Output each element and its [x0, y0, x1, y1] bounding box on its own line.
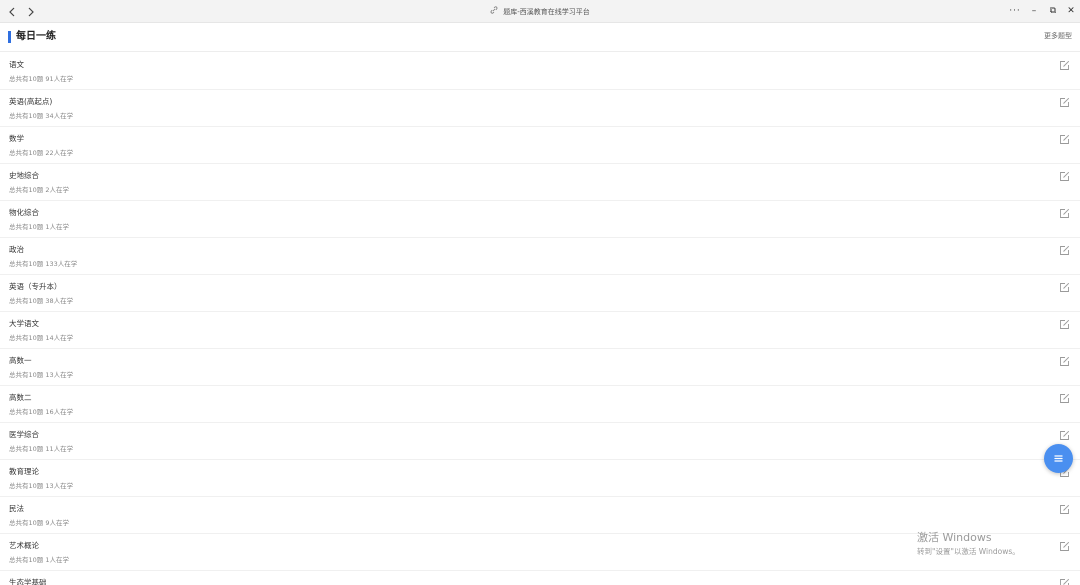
- window-titlebar: 题库-西溪教育在线学习平台 ··· – ⧉ ✕: [0, 0, 1080, 23]
- subject-row[interactable]: 英语(高起点) 总共有10题 34人在学: [0, 90, 1080, 127]
- subject-row[interactable]: 教育理论总共有10题 13人在学: [0, 460, 1080, 497]
- watermark-subtitle: 转到"设置"以激活 Windows。: [917, 547, 1020, 556]
- page-title: 每日一练: [16, 31, 56, 42]
- subject-meta: 总共有10题 9人在学: [9, 519, 69, 527]
- subject-name: 数学: [9, 134, 24, 143]
- subject-meta: 总共有10题 14人在学: [9, 334, 74, 342]
- subject-row[interactable]: 政治总共有10题 133人在学: [0, 238, 1080, 275]
- subject-name: 教育理论: [9, 467, 39, 476]
- subject-name: 医学综合: [9, 430, 39, 439]
- subject-meta: 总共有10题 1人在学: [9, 556, 69, 564]
- subject-row[interactable]: 高数一总共有10题 13人在学: [0, 349, 1080, 386]
- header-accent-bar: [8, 31, 11, 43]
- subject-name: 民法: [9, 504, 24, 513]
- subject-row[interactable]: 语文总共有10题 91人在学: [0, 53, 1080, 90]
- subject-meta: 总共有10题 13人在学: [9, 482, 74, 490]
- subject-meta: 总共有10题 91人在学: [9, 75, 74, 83]
- more-options-button[interactable]: ···: [1007, 4, 1023, 19]
- edit-icon[interactable]: [1059, 356, 1073, 368]
- watermark-title: 激活 Windows: [917, 531, 992, 544]
- more-question-types-link[interactable]: 更多题型: [1044, 31, 1072, 42]
- menu-fab-button[interactable]: [1044, 444, 1073, 473]
- subject-meta: 总共有10题 1人在学: [9, 223, 69, 231]
- edit-icon[interactable]: [1059, 60, 1073, 72]
- edit-icon[interactable]: [1059, 134, 1073, 146]
- subject-meta: 总共有10题 133人在学: [9, 260, 78, 268]
- windows-activation-watermark: 激活 Windows 转到"设置"以激活 Windows。: [917, 531, 1020, 557]
- subject-meta: 总共有10题 22人在学: [9, 149, 74, 157]
- subject-name: 史地综合: [9, 171, 39, 180]
- edit-icon[interactable]: [1059, 504, 1073, 516]
- subject-row[interactable]: 医学综合总共有10题 11人在学: [0, 423, 1080, 460]
- subject-name: 语文: [9, 60, 24, 69]
- subject-row[interactable]: 生态学基础: [0, 571, 1080, 585]
- subject-name: 高数二: [9, 393, 32, 402]
- minimize-button[interactable]: –: [1026, 4, 1042, 19]
- page-header: 每日一练 更多题型: [0, 23, 1080, 52]
- restore-button[interactable]: ⧉: [1045, 4, 1061, 19]
- subject-name: 大学语文: [9, 319, 39, 328]
- edit-icon[interactable]: [1059, 282, 1073, 294]
- edit-icon[interactable]: [1059, 97, 1073, 109]
- subject-row[interactable]: 高数二总共有10题 16人在学: [0, 386, 1080, 423]
- edit-icon[interactable]: [1059, 208, 1073, 220]
- subject-name: 英语(高起点): [9, 97, 53, 106]
- subject-row[interactable]: 数学总共有10题 22人在学: [0, 127, 1080, 164]
- close-button[interactable]: ✕: [1063, 4, 1079, 19]
- window-title-area: 题库-西溪教育在线学习平台: [0, 6, 1080, 18]
- subject-row[interactable]: 民法总共有10题 9人在学: [0, 497, 1080, 534]
- edit-icon[interactable]: [1059, 171, 1073, 183]
- subject-name: 艺术概论: [9, 541, 39, 550]
- subject-meta: 总共有10题 34人在学: [9, 112, 74, 120]
- edit-icon[interactable]: [1059, 578, 1073, 585]
- subject-meta: 总共有10题 16人在学: [9, 408, 74, 416]
- subject-name: 高数一: [9, 356, 32, 365]
- subject-meta: 总共有10题 38人在学: [9, 297, 74, 305]
- subject-name: 物化综合: [9, 208, 39, 217]
- edit-icon[interactable]: [1059, 319, 1073, 331]
- subject-name: 英语（专升本）: [9, 282, 62, 291]
- subject-meta: 总共有10题 2人在学: [9, 186, 69, 194]
- subject-meta: 总共有10题 11人在学: [9, 445, 74, 453]
- link-icon: [490, 6, 498, 17]
- subject-row[interactable]: 大学语文总共有10题 14人在学: [0, 312, 1080, 349]
- subject-name: 政治: [9, 245, 24, 254]
- subject-name: 生态学基础: [9, 578, 47, 585]
- subject-meta: 总共有10题 13人在学: [9, 371, 74, 379]
- edit-icon[interactable]: [1059, 245, 1073, 257]
- edit-icon[interactable]: [1059, 541, 1073, 553]
- subject-row[interactable]: 物化综合总共有10题 1人在学: [0, 201, 1080, 238]
- window-title: 题库-西溪教育在线学习平台: [503, 8, 590, 16]
- edit-icon[interactable]: [1059, 430, 1073, 442]
- subject-row[interactable]: 史地综合总共有10题 2人在学: [0, 164, 1080, 201]
- edit-icon[interactable]: [1059, 393, 1073, 405]
- subject-list: 语文 总共有10题 91人在学 英语(高起点) 总共有10题 34人在学 数学 总共有10…: [0, 53, 1080, 585]
- subject-row[interactable]: 英语（专升本） 总共有10题 38人在学: [0, 275, 1080, 312]
- menu-icon: [1054, 455, 1063, 462]
